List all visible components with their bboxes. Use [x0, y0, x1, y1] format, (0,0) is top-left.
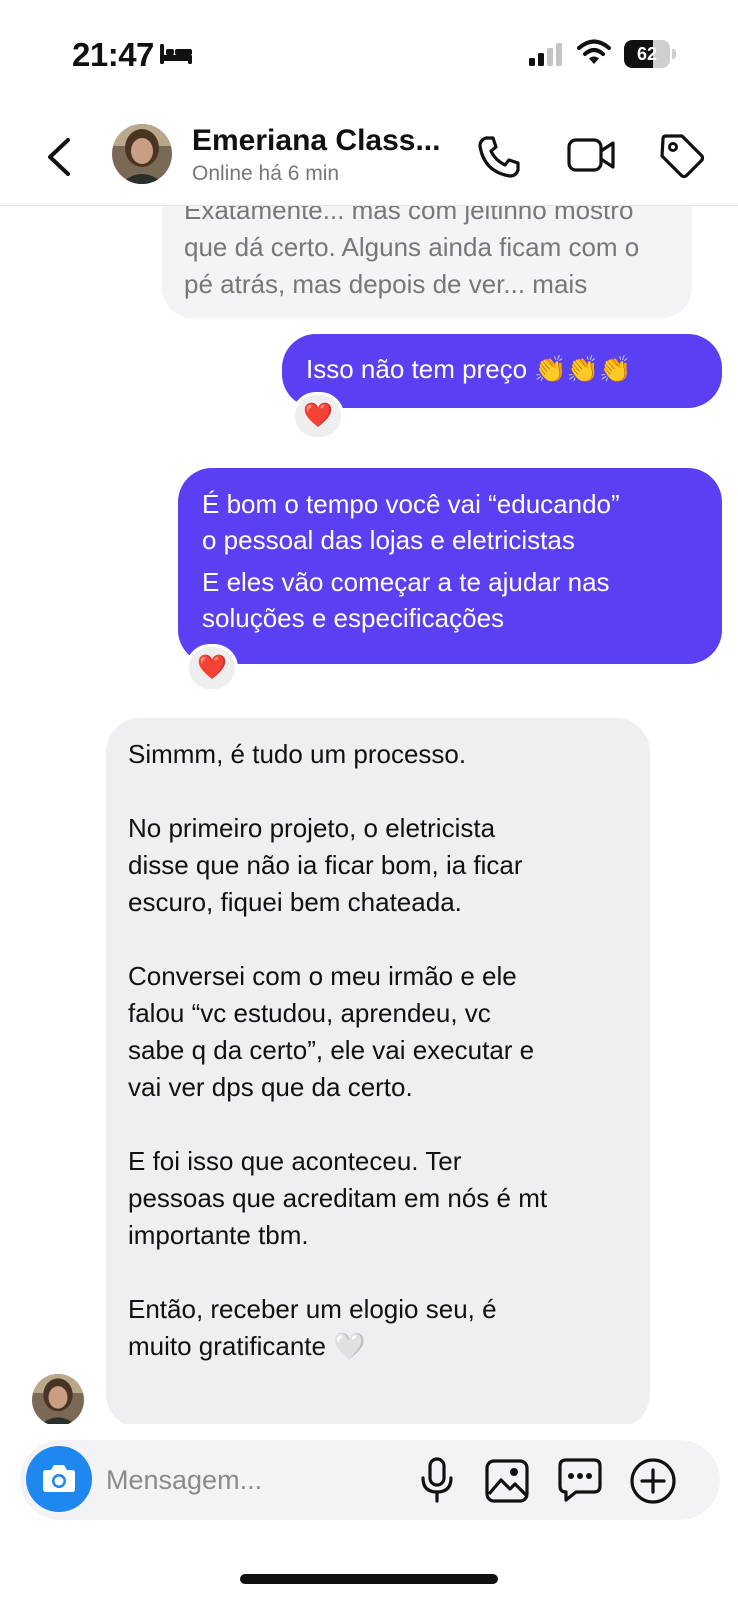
message-line: escuro, fiquei bem chateada. [128, 887, 462, 917]
incoming-message[interactable]: Simmm, é tudo um processo. No primeiro p… [106, 718, 650, 1424]
message-line: No primeiro projeto, o eletricista [128, 813, 496, 843]
message-input[interactable] [106, 1458, 406, 1502]
message-line: que dá certo. Alguns ainda ficam com o [184, 232, 640, 262]
sticker-icon[interactable] [556, 1456, 604, 1504]
battery-icon: 62 [624, 40, 676, 68]
message-paragraph: Simmm, é tudo um processo. [128, 736, 650, 773]
microphone-icon[interactable] [415, 1456, 459, 1504]
message-text: Isso não tem preço 👏👏👏 [306, 354, 632, 384]
message-line: E eles vão começar a te ajudar nas [202, 567, 610, 597]
contact-status: Online há 6 min [192, 162, 340, 185]
message-line: falou “vc estudou, aprendeu, vc [128, 998, 491, 1028]
message-line: soluções e especificações [202, 603, 505, 633]
message-line: Conversei com o meu irmão e ele [128, 961, 517, 991]
message-line: sabe q da certo”, ele vai executar e [128, 1035, 535, 1065]
tag-icon[interactable] [658, 132, 706, 180]
avatar[interactable] [112, 124, 172, 184]
message-line: muito gratificante 🤍 [128, 1331, 366, 1361]
avatar[interactable] [32, 1374, 84, 1424]
message-line: E foi isso que aconteceu. Ter [128, 1146, 462, 1176]
message-line: o pessoal das lojas e eletricistas [202, 525, 575, 555]
gallery-icon[interactable] [484, 1458, 530, 1504]
message-paragraph: E foi isso que aconteceu. Ter pessoas qu… [128, 1143, 650, 1254]
wifi-icon [577, 39, 611, 64]
status-bar: 21:47 62 [0, 0, 738, 110]
message-line: disse que não ia ficar bom, ia ficar [128, 850, 523, 880]
message-line: É bom o tempo você vai “educando” [202, 489, 620, 519]
status-time: 21:47 [72, 36, 154, 73]
plus-icon[interactable] [628, 1456, 678, 1506]
signal-icon [529, 43, 562, 66]
outgoing-message[interactable]: É bom o tempo você vai “educando” o pess… [178, 468, 722, 664]
incoming-message[interactable]: Exatamente... mas com jeitinho mostro qu… [162, 206, 692, 318]
message-paragraph: Conversei com o meu irmão e ele falou “v… [128, 958, 650, 1106]
message-line: Simmm, é tudo um processo. [128, 739, 467, 769]
video-icon[interactable] [566, 132, 616, 178]
message-composer [20, 1440, 720, 1520]
message-line: pessoas que acreditam em nós é mt [128, 1183, 548, 1213]
message-list[interactable]: Exatamente... mas com jeitinho mostro qu… [0, 206, 738, 1424]
message-line: importante tbm. [128, 1220, 309, 1250]
contact-name[interactable]: Emeriana Class... [192, 124, 440, 158]
bed-icon [160, 44, 192, 64]
message-line: Então, receber um elogio seu, é [128, 1294, 497, 1324]
message-line: Exatamente... mas com jeitinho mostro [184, 206, 634, 225]
back-icon[interactable] [38, 132, 82, 182]
camera-icon[interactable] [26, 1446, 92, 1512]
outgoing-message[interactable]: Isso não tem preço 👏👏👏 [282, 334, 722, 408]
chat-header: Emeriana Class... Online há 6 min [0, 110, 738, 206]
heart-reaction[interactable]: ❤️ [292, 392, 344, 440]
phone-icon[interactable] [476, 134, 522, 180]
message-paragraph: No primeiro projeto, o eletricista disse… [128, 810, 650, 921]
heart-reaction[interactable]: ❤️ [186, 644, 238, 692]
message-line: vai ver dps que da certo. [128, 1072, 413, 1102]
battery-percentage: 62 [636, 44, 658, 64]
message-line: pé atrás, mas depois de ver... mais [184, 269, 588, 299]
message-paragraph: Então, receber um elogio seu, é muito gr… [128, 1291, 650, 1365]
home-indicator[interactable] [240, 1574, 498, 1584]
